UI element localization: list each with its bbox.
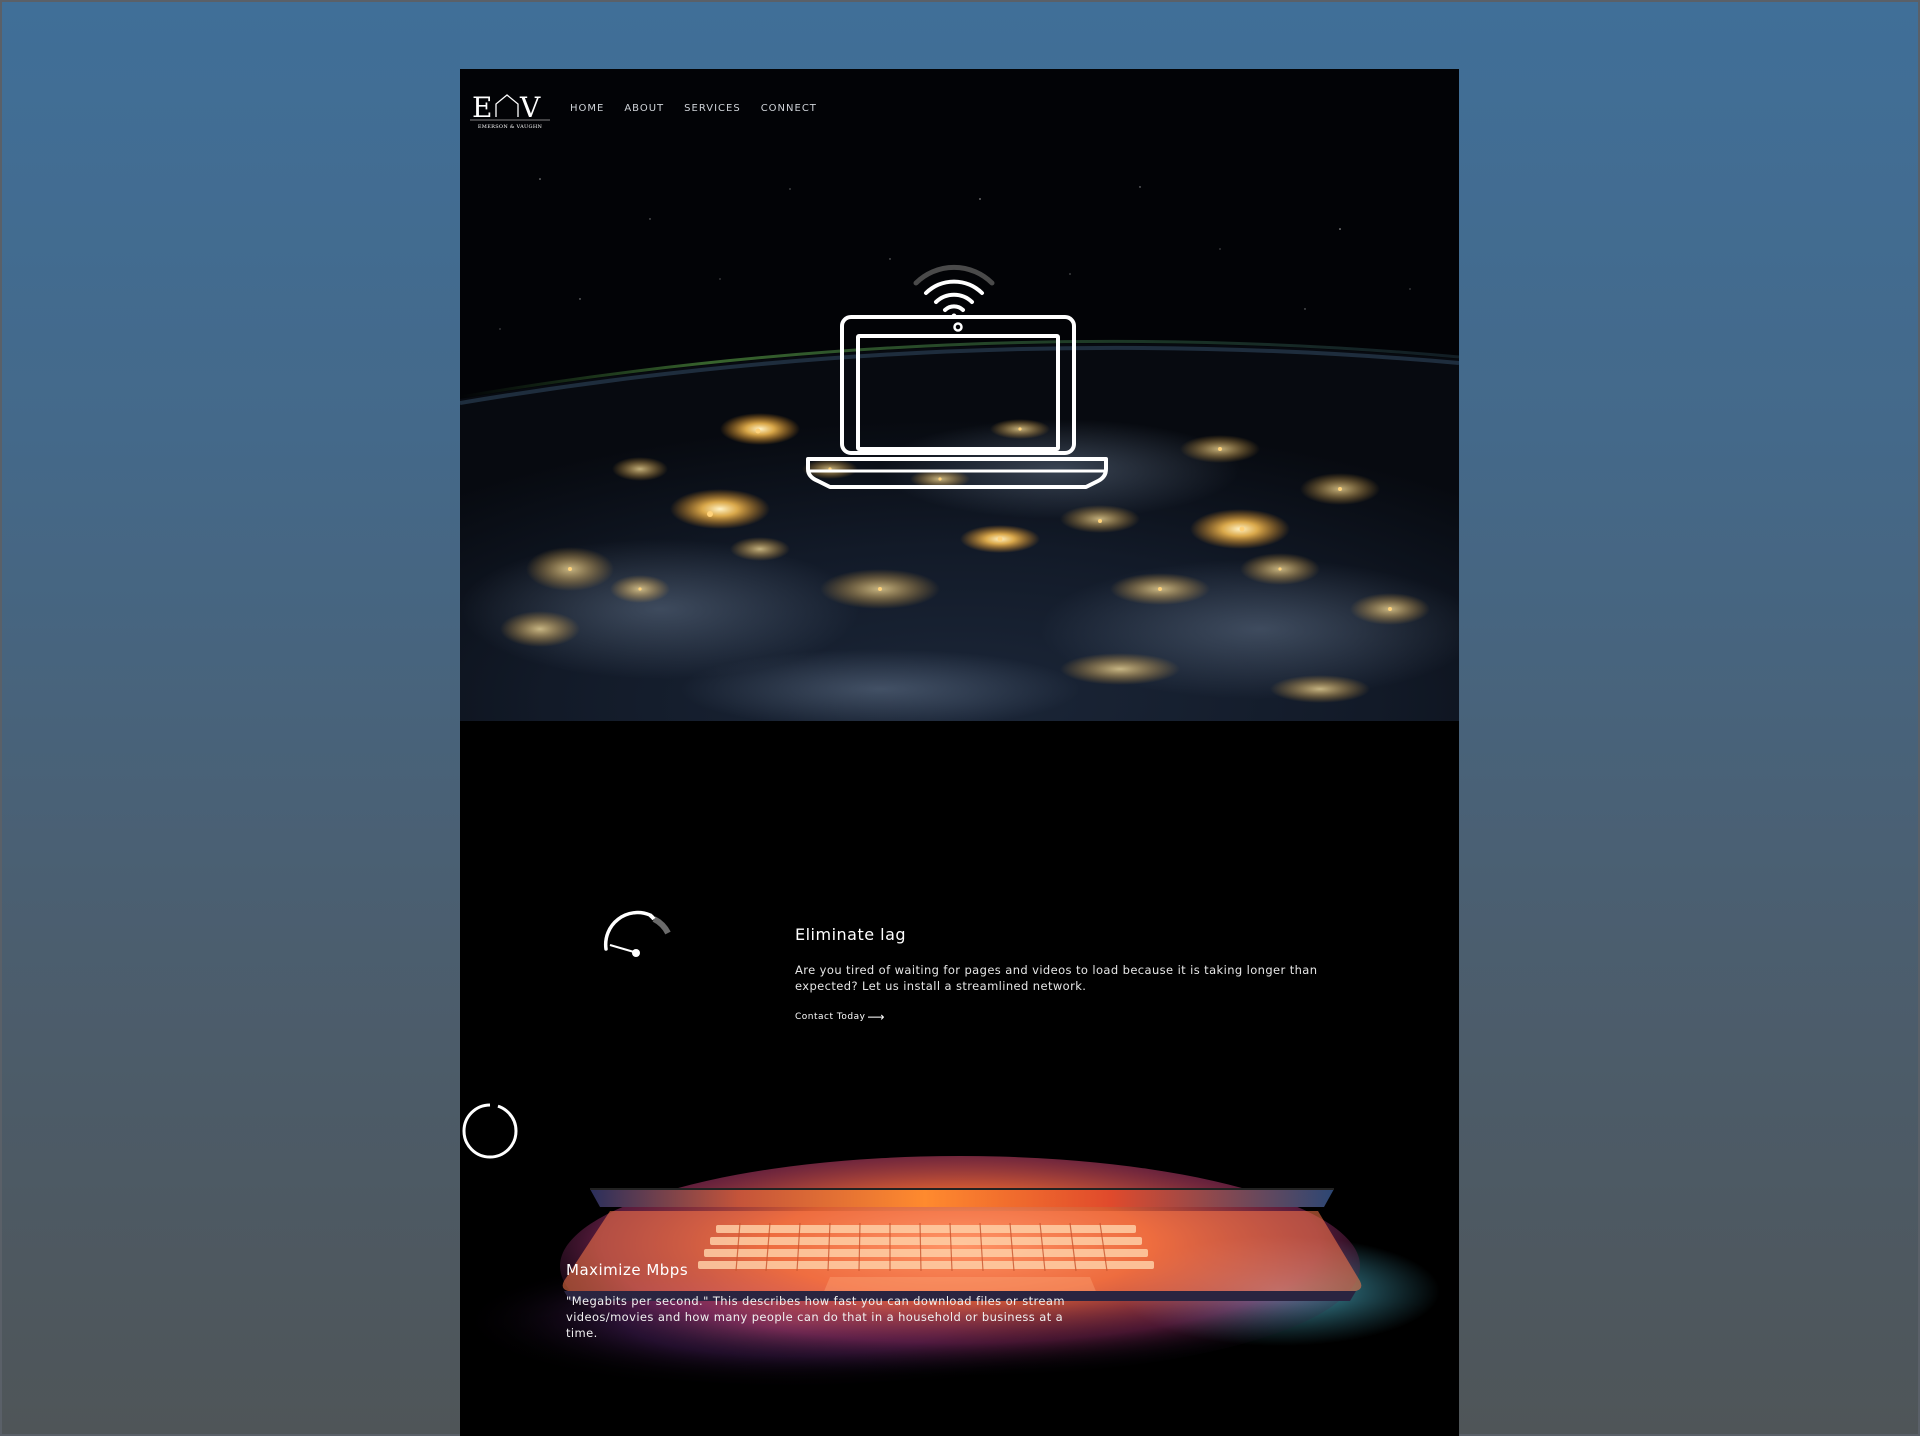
main-nav: HOME ABOUT SERVICES CONNECT xyxy=(570,103,817,114)
house-icon xyxy=(495,94,519,117)
nav-connect[interactable]: CONNECT xyxy=(761,103,817,114)
nav-services[interactable]: SERVICES xyxy=(684,103,741,114)
eliminate-lag-content: Eliminate lag Are you tired of waiting f… xyxy=(795,925,1355,1024)
eliminate-lag-section: Eliminate lag Are you tired of waiting f… xyxy=(460,721,1459,1101)
website-page: E V EMERSON & VAUGHN HOME ABOUT SERVICES… xyxy=(460,69,1459,1436)
maximize-mbps-section: Maximize Mbps "Megabits per second." Thi… xyxy=(460,1101,1459,1396)
logo-monogram-right: V xyxy=(519,91,541,124)
contact-today-label: Contact Today xyxy=(795,1012,866,1022)
arrow-right-icon: ⟶ xyxy=(867,1010,886,1024)
speedometer-icon xyxy=(603,910,671,957)
eliminate-lag-title: Eliminate lag xyxy=(795,925,907,944)
page-bottom-band xyxy=(460,1396,1459,1436)
maximize-mbps-content: Maximize Mbps "Megabits per second." Thi… xyxy=(566,1261,1086,1341)
loading-circle-icon xyxy=(462,1102,518,1159)
logo-tagline: EMERSON & VAUGHN xyxy=(478,124,543,130)
logo-monogram-left: E xyxy=(472,91,492,124)
brand-logo[interactable]: E V EMERSON & VAUGHN xyxy=(470,87,552,135)
glowing-laptop-image xyxy=(460,1101,1459,1396)
maximize-mbps-title: Maximize Mbps xyxy=(566,1261,689,1279)
nav-about[interactable]: ABOUT xyxy=(624,103,664,114)
eliminate-lag-description: Are you tired of waiting for pages and v… xyxy=(795,963,1318,993)
earth-night-background xyxy=(460,69,1459,721)
nav-home[interactable]: HOME xyxy=(570,103,604,114)
hero-section: E V EMERSON & VAUGHN HOME ABOUT SERVICES… xyxy=(460,69,1459,721)
contact-today-link[interactable]: Contact Today ⟶ xyxy=(795,1010,885,1024)
maximize-mbps-description: "Megabits per second." This describes ho… xyxy=(566,1294,1065,1340)
